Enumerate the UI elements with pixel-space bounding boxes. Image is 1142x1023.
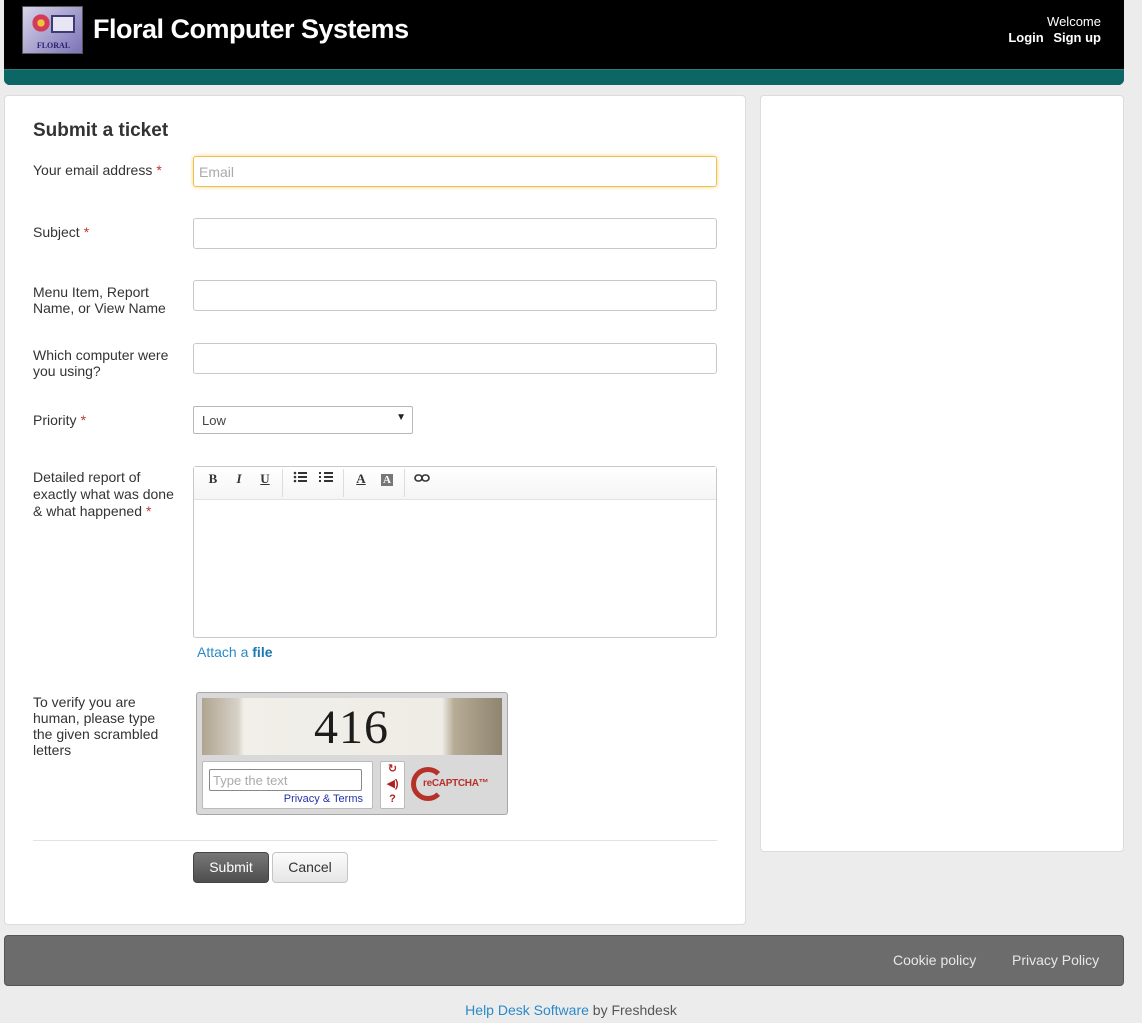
email-field[interactable] bbox=[193, 156, 717, 187]
priority-select[interactable]: Low ▼ bbox=[193, 406, 413, 434]
details-label-text: Detailed report of exactly what was done… bbox=[33, 469, 174, 519]
required-marker: * bbox=[156, 162, 162, 178]
computer-label: Which computer were you using? bbox=[33, 347, 169, 379]
help-desk-link[interactable]: Help Desk Software bbox=[465, 1002, 589, 1018]
details-editor[interactable]: B I U A A bbox=[193, 466, 717, 638]
refresh-icon[interactable]: ↻ bbox=[381, 762, 404, 777]
header-accent-bar bbox=[4, 69, 1124, 85]
bulleted-list-icon[interactable] bbox=[287, 471, 313, 495]
powered-by: Help Desk Software by Freshdesk bbox=[0, 1002, 1142, 1018]
computer-field[interactable] bbox=[193, 343, 717, 374]
attach-prefix: Attach a bbox=[197, 644, 249, 660]
captcha-privacy-link[interactable]: Privacy & Terms bbox=[284, 793, 363, 805]
subject-label: Subject * bbox=[33, 224, 183, 240]
recaptcha-brand: reCAPTCHA™ bbox=[423, 778, 489, 789]
chevron-down-icon: ▼ bbox=[396, 412, 406, 423]
privacy-policy-link[interactable]: Privacy Policy bbox=[1012, 952, 1099, 968]
captcha-controls: ↻ ◀) ? bbox=[380, 761, 405, 809]
captcha-image: 416 bbox=[202, 698, 502, 755]
required-marker: * bbox=[83, 224, 90, 240]
background-color-icon[interactable]: A bbox=[374, 471, 400, 495]
site-footer: Cookie policy Privacy Policy bbox=[4, 935, 1124, 986]
site-header: FLORAL Floral Computer Systems Welcome L… bbox=[4, 0, 1124, 85]
bold-button[interactable]: B bbox=[200, 471, 226, 495]
details-label: Detailed report of exactly what was done… bbox=[33, 469, 181, 520]
subject-field[interactable] bbox=[193, 218, 717, 249]
attach-file[interactable]: Attach a file bbox=[197, 644, 273, 660]
site-title[interactable]: Floral Computer Systems bbox=[93, 14, 409, 45]
help-icon[interactable]: ? bbox=[381, 792, 404, 807]
priority-label-text: Priority bbox=[33, 412, 77, 428]
toolbar-divider bbox=[404, 469, 405, 497]
email-label-text: Your email address bbox=[33, 162, 153, 178]
italic-button[interactable]: I bbox=[226, 471, 252, 495]
menu-item-label: Menu Item, Report Name, or View Name bbox=[33, 284, 166, 316]
text-color-icon[interactable]: A bbox=[348, 471, 374, 495]
cancel-button[interactable]: Cancel bbox=[272, 852, 348, 883]
priority-label: Priority * bbox=[33, 412, 183, 428]
floral-logo[interactable]: FLORAL bbox=[22, 6, 83, 54]
welcome-text: Welcome bbox=[1047, 14, 1101, 29]
captcha-label: To verify you are human, please type the… bbox=[33, 694, 159, 758]
monitor-icon bbox=[51, 15, 75, 33]
attach-file-link[interactable]: file bbox=[252, 644, 272, 660]
signup-link[interactable]: Sign up bbox=[1053, 30, 1101, 45]
sidebar-panel bbox=[760, 95, 1124, 852]
subject-label-text: Subject bbox=[33, 224, 80, 240]
editor-toolbar: B I U A A bbox=[194, 467, 716, 500]
link-icon[interactable] bbox=[409, 471, 435, 495]
form-divider bbox=[33, 840, 717, 841]
logo-text: FLORAL bbox=[36, 41, 71, 50]
powered-by-suffix: by Freshdesk bbox=[592, 1002, 677, 1018]
cookie-policy-link[interactable]: Cookie policy bbox=[893, 952, 976, 968]
required-marker: * bbox=[80, 412, 87, 428]
captcha-response-box: Privacy & Terms bbox=[202, 761, 373, 809]
underline-button[interactable]: U bbox=[252, 471, 278, 495]
menu-item-field[interactable] bbox=[193, 280, 717, 311]
required-marker: * bbox=[145, 503, 152, 519]
recaptcha-widget: 416 Privacy & Terms ↻ ◀) ? reCAPTCHA™ bbox=[196, 692, 508, 815]
submit-button[interactable]: Submit bbox=[193, 852, 269, 883]
numbered-list-icon[interactable] bbox=[313, 471, 339, 495]
recaptcha-logo: reCAPTCHA™ bbox=[411, 765, 501, 805]
page-title: Submit a ticket bbox=[33, 120, 169, 141]
toolbar-divider bbox=[343, 469, 344, 497]
flower-icon bbox=[31, 13, 51, 33]
audio-icon[interactable]: ◀) bbox=[381, 777, 404, 792]
ticket-form-card: Submit a ticket Your email address* Subj… bbox=[4, 95, 746, 925]
captcha-image-text: 416 bbox=[314, 701, 389, 754]
user-nav: Welcome Login Sign up bbox=[1002, 14, 1101, 46]
toolbar-divider bbox=[282, 469, 283, 497]
captcha-response-field[interactable] bbox=[209, 769, 362, 791]
priority-value: Low bbox=[202, 413, 226, 428]
email-label: Your email address * bbox=[33, 162, 183, 178]
login-link[interactable]: Login bbox=[1008, 30, 1043, 45]
